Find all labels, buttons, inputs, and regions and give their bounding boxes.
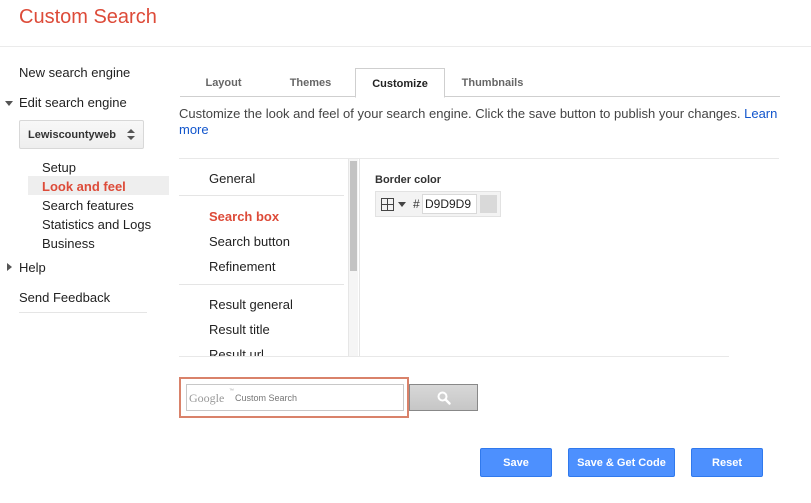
tab-layout[interactable]: Layout [180,68,267,97]
send-feedback-link[interactable]: Send Feedback [19,290,110,305]
engine-select[interactable]: Lewiscountyweb [19,120,144,149]
border-color-input[interactable] [422,194,477,214]
sidebar-item-search-features[interactable]: Search features [42,198,134,213]
section-list: General Search box Search button Refinem… [179,159,347,356]
tab-themes[interactable]: Themes [267,68,354,97]
section-result-general[interactable]: Result general [209,297,293,312]
edit-search-engine-link[interactable]: Edit search engine [19,95,127,110]
expand-caret-icon[interactable] [5,101,13,106]
tab-bar: Layout Themes Customize Thumbnails [180,68,780,98]
sidebar-item-look-and-feel[interactable]: Look and feel [42,179,126,194]
border-grid-icon[interactable] [381,198,394,211]
save-get-code-button[interactable]: Save & Get Code [568,448,675,477]
border-color-picker: # [375,191,501,217]
hash-symbol: # [413,197,420,211]
sidebar: New search engine Edit search engine Lew… [0,47,175,503]
section-divider [179,195,344,196]
search-placeholder: Custom Search [235,393,298,403]
help-link[interactable]: Help [19,260,46,275]
panel-vertical-divider [359,159,360,356]
save-button[interactable]: Save [480,448,552,477]
app-title: Custom Search [19,6,157,28]
border-color-label: Border color [375,174,442,186]
search-icon [437,391,451,405]
description-text: Customize the look and feel of your sear… [179,106,745,121]
section-refinement[interactable]: Refinement [209,259,275,274]
search-input[interactable]: Google ™ Custom Search [186,384,404,411]
tab-thumbnails[interactable]: Thumbnails [445,68,540,97]
color-swatch[interactable] [480,195,497,213]
new-search-engine-link[interactable]: New search engine [19,65,130,80]
section-general[interactable]: General [209,171,255,186]
section-search-box[interactable]: Search box [209,209,279,224]
section-divider [179,284,344,285]
tab-customize[interactable]: Customize [355,68,445,98]
sidebar-item-setup[interactable]: Setup [42,160,76,175]
scrollbar-thumb[interactable] [350,161,357,271]
chevron-down-icon[interactable] [398,202,406,207]
section-result-title[interactable]: Result title [209,322,270,337]
engine-select-value: Lewiscountyweb [28,129,117,141]
google-logo: Google [189,391,225,405]
sidebar-item-business[interactable]: Business [42,236,95,251]
trademark-mark: ™ [229,388,234,394]
sidebar-item-statistics-and-logs[interactable]: Statistics and Logs [42,217,151,232]
collapse-caret-icon[interactable] [7,263,12,271]
updown-arrows-icon [127,129,135,141]
reset-button[interactable]: Reset [691,448,763,477]
section-scrollbar[interactable] [348,159,358,356]
panel-bottom-divider [179,356,729,357]
sidebar-divider [19,312,147,313]
section-result-url[interactable]: Result url [209,347,264,356]
search-box-preview: Google ™ Custom Search [179,377,409,418]
description: Customize the look and feel of your sear… [179,106,789,138]
section-search-button[interactable]: Search button [209,234,290,249]
search-button[interactable] [409,384,478,411]
